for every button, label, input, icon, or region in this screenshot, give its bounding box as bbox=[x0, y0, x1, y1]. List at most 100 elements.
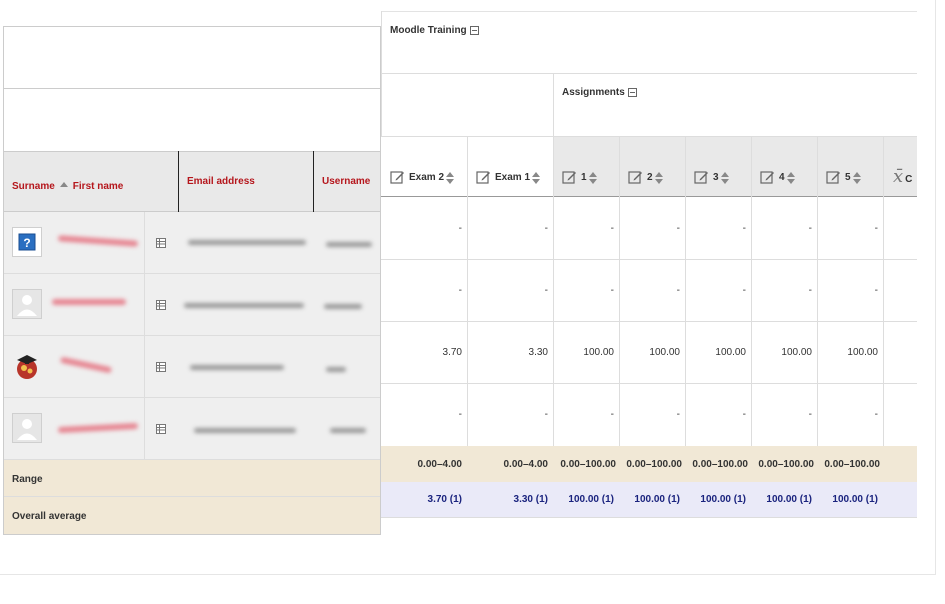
assignments-header-bg bbox=[553, 136, 917, 197]
overall-average-value: 100.00 (1) bbox=[766, 494, 812, 505]
grade-item-header-exam-1[interactable]: Exam 1 bbox=[476, 170, 541, 185]
collapse-category-icon[interactable] bbox=[627, 87, 637, 97]
sort-icon[interactable] bbox=[720, 171, 729, 184]
edit-icon[interactable] bbox=[694, 170, 709, 185]
grade-item-label[interactable]: 5 bbox=[845, 172, 851, 183]
grade-cell[interactable]: - bbox=[620, 223, 680, 234]
username-sort-link[interactable]: Username bbox=[322, 176, 370, 187]
sort-icon[interactable] bbox=[532, 171, 541, 184]
grade-cell[interactable]: 100.00 bbox=[686, 347, 746, 358]
grade-cell[interactable]: - bbox=[752, 285, 812, 296]
grade-cell[interactable]: - bbox=[686, 223, 746, 234]
grade-cell[interactable]: - bbox=[620, 409, 680, 420]
user-report-icon[interactable] bbox=[156, 238, 166, 248]
grade-item-header-exam-2[interactable]: Exam 2 bbox=[390, 170, 455, 185]
user-report-icon[interactable] bbox=[156, 424, 166, 434]
grade-item-header-assignment-3[interactable]: 3 bbox=[694, 170, 729, 185]
edit-icon[interactable] bbox=[390, 170, 405, 185]
grade-cell[interactable]: - bbox=[554, 223, 614, 234]
grade-cell[interactable]: - bbox=[382, 409, 462, 420]
grade-item-label[interactable]: Exam 1 bbox=[495, 172, 530, 183]
grade-cell[interactable]: - bbox=[382, 285, 462, 296]
grade-item-label[interactable]: 3 bbox=[713, 172, 719, 183]
grade-cell[interactable]: - bbox=[686, 285, 746, 296]
collapse-course-icon[interactable] bbox=[469, 25, 479, 35]
redacted-username bbox=[326, 242, 372, 247]
first-name-sort-link[interactable]: First name bbox=[73, 181, 124, 192]
sort-icon[interactable] bbox=[446, 171, 455, 184]
grade-cell[interactable]: - bbox=[468, 223, 548, 234]
grade-item-header-assignment-4[interactable]: 4 bbox=[760, 170, 795, 185]
grade-cell[interactable]: - bbox=[468, 285, 548, 296]
divider bbox=[553, 73, 554, 136]
row-divider bbox=[381, 321, 917, 322]
overall-average-value: 100.00 (1) bbox=[634, 494, 680, 505]
redacted-email bbox=[194, 428, 296, 433]
sort-ascending-icon bbox=[59, 182, 68, 188]
category-header: Assignments bbox=[562, 87, 637, 98]
user-report-icon[interactable] bbox=[156, 362, 166, 372]
page-edge bbox=[935, 0, 936, 575]
grade-item-label[interactable]: 1 bbox=[581, 172, 587, 183]
sort-icon[interactable] bbox=[786, 171, 795, 184]
grade-cell[interactable]: 100.00 bbox=[554, 347, 614, 358]
grade-item-header-assignment-2[interactable]: 2 bbox=[628, 170, 663, 185]
overall-average-value: 3.70 (1) bbox=[427, 494, 462, 505]
redacted-username bbox=[324, 304, 362, 309]
grade-item-label[interactable]: 2 bbox=[647, 172, 653, 183]
grade-cell[interactable]: 100.00 bbox=[620, 347, 680, 358]
name-sort-header: Surname First name bbox=[12, 176, 123, 194]
range-row-label-cell: Range bbox=[4, 460, 380, 497]
user-report-icon[interactable] bbox=[156, 300, 166, 310]
grade-cell[interactable]: - bbox=[752, 223, 812, 234]
grade-item-header-assignment-1[interactable]: 1 bbox=[562, 170, 597, 185]
grade-cell[interactable]: - bbox=[468, 409, 548, 420]
redacted-name bbox=[52, 299, 126, 305]
grade-item-label[interactable]: 4 bbox=[779, 172, 785, 183]
redacted-username bbox=[326, 367, 346, 372]
surname-sort-link[interactable]: Surname bbox=[12, 181, 55, 192]
grade-cell[interactable]: - bbox=[554, 409, 614, 420]
grade-cell[interactable]: 3.30 bbox=[468, 347, 548, 358]
range-value: 0.00–100.00 bbox=[626, 459, 682, 470]
mean-icon: x̄ bbox=[893, 166, 904, 187]
edit-icon[interactable] bbox=[826, 170, 841, 185]
grade-cell[interactable]: 100.00 bbox=[752, 347, 812, 358]
email-sort-link[interactable]: Email address bbox=[187, 176, 255, 187]
grade-cell[interactable]: - bbox=[752, 409, 812, 420]
grade-cell[interactable]: - bbox=[686, 409, 746, 420]
grade-cell[interactable]: - bbox=[554, 285, 614, 296]
edit-icon[interactable] bbox=[760, 170, 775, 185]
grade-cell[interactable]: - bbox=[818, 285, 878, 296]
range-value: 0.00–4.00 bbox=[417, 459, 463, 470]
default-user-avatar-icon[interactable] bbox=[12, 413, 42, 443]
question-avatar-icon[interactable]: ? bbox=[12, 227, 42, 257]
sort-icon[interactable] bbox=[852, 171, 861, 184]
grade-cell[interactable]: - bbox=[620, 285, 680, 296]
edit-icon[interactable] bbox=[562, 170, 577, 185]
grade-cell[interactable]: - bbox=[818, 409, 878, 420]
grade-item-header-assignment-5[interactable]: 5 bbox=[826, 170, 861, 185]
grade-cell[interactable]: 100.00 bbox=[818, 347, 878, 358]
overall-average-value: 100.00 (1) bbox=[568, 494, 614, 505]
course-title: Moodle Training bbox=[390, 25, 467, 36]
range-label: Range bbox=[12, 474, 43, 485]
grade-item-label[interactable]: Exam 2 bbox=[409, 172, 444, 183]
grade-cell[interactable]: 3.70 bbox=[382, 347, 462, 358]
grade-item-header-category-total[interactable]: x̄ C bbox=[893, 166, 917, 187]
edit-icon[interactable] bbox=[476, 170, 491, 185]
graduate-avatar-icon[interactable] bbox=[12, 351, 42, 381]
range-value: 0.00–100.00 bbox=[560, 459, 616, 470]
range-value: 0.00–4.00 bbox=[503, 459, 549, 470]
grade-cell[interactable]: - bbox=[382, 223, 462, 234]
range-value: 0.00–100.00 bbox=[758, 459, 814, 470]
grade-item-label[interactable]: C bbox=[905, 174, 912, 185]
edit-icon[interactable] bbox=[628, 170, 643, 185]
default-user-avatar-icon[interactable] bbox=[12, 289, 42, 319]
redacted-username bbox=[330, 428, 366, 433]
sort-icon[interactable] bbox=[654, 171, 663, 184]
svg-text:?: ? bbox=[23, 236, 30, 250]
sort-icon[interactable] bbox=[588, 171, 597, 184]
grade-cell[interactable]: - bbox=[818, 223, 878, 234]
redacted-email bbox=[184, 303, 304, 308]
